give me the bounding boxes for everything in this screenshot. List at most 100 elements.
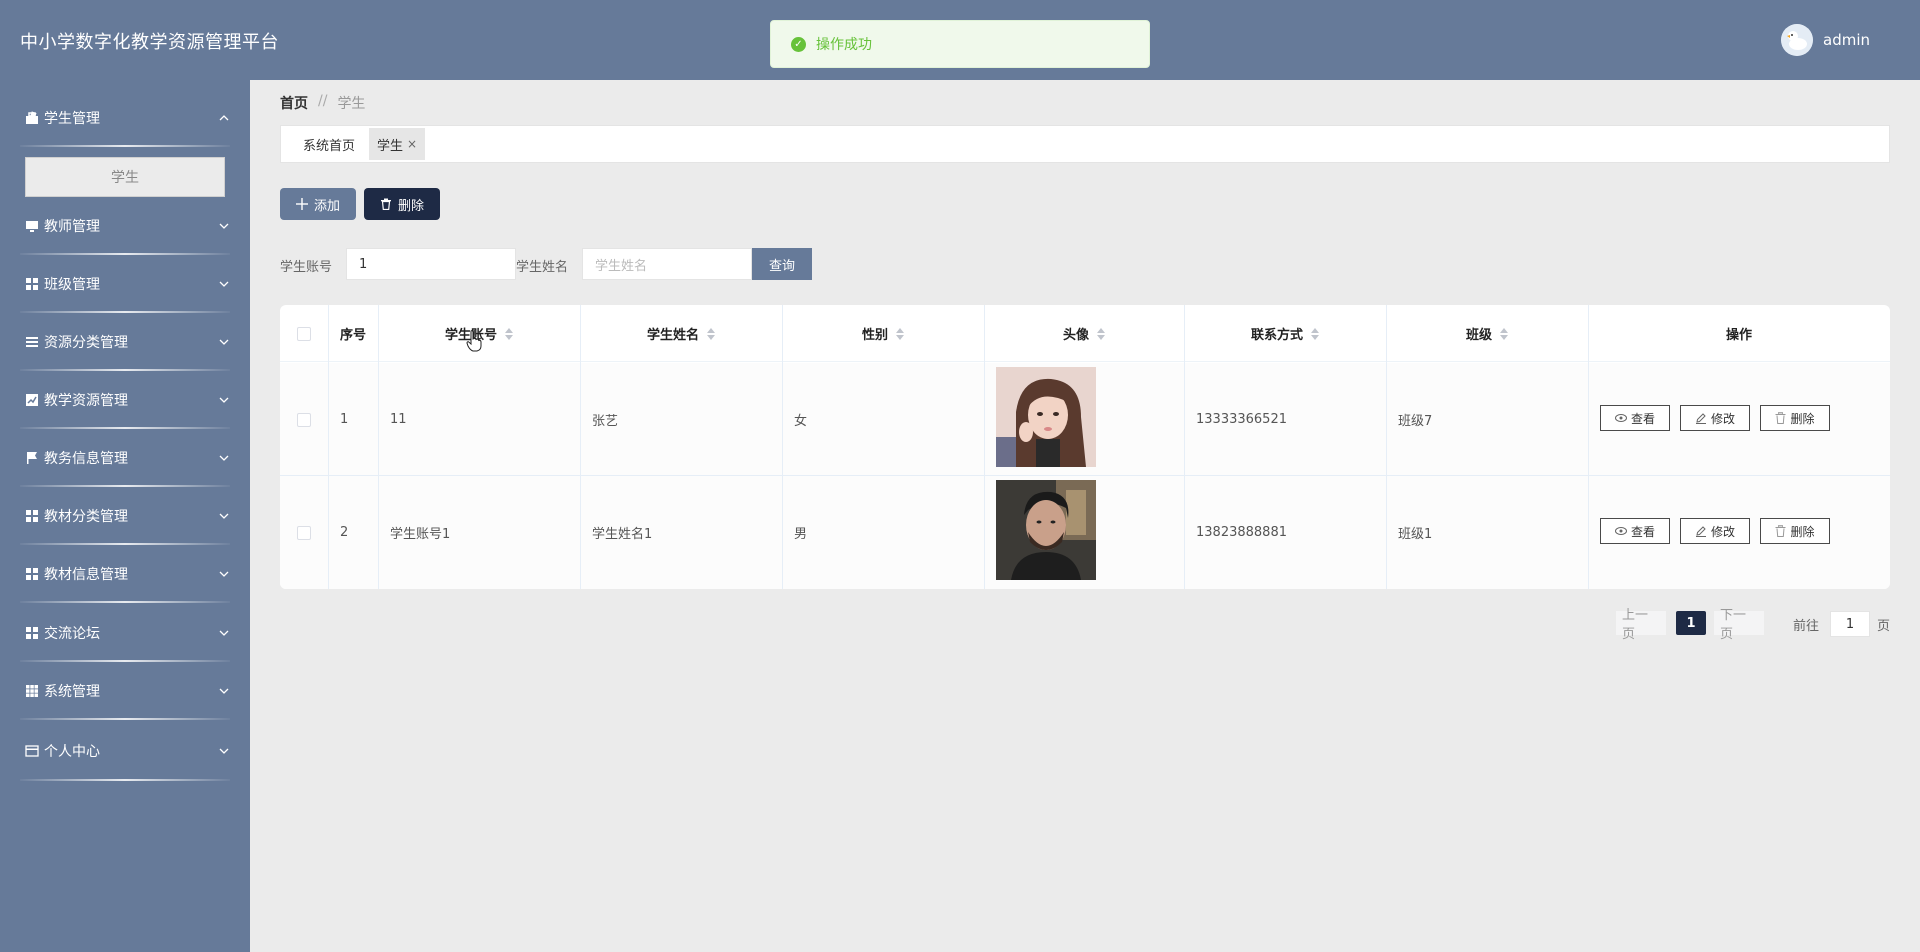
account-search-input[interactable]: 1 (346, 248, 516, 280)
cell-name: 学生姓名1 (592, 527, 653, 542)
briefcase-icon (24, 110, 40, 126)
breadcrumb-home[interactable]: 首页 (280, 93, 308, 113)
sort-icon[interactable] (1500, 327, 1508, 340)
cell-index: 2 (340, 525, 349, 540)
sidebar-item-system-management[interactable]: 系统管理 (0, 671, 250, 711)
current-page[interactable]: 1 (1676, 611, 1706, 635)
sidebar-subitem-student[interactable]: 学生 (25, 157, 225, 197)
sort-icon[interactable] (1311, 327, 1319, 340)
grid-icon (24, 566, 40, 582)
breadcrumb-current: 学生 (337, 96, 366, 112)
student-avatar-image[interactable] (996, 367, 1096, 467)
sidebar-item-textbook-info[interactable]: 教材信息管理 (0, 554, 250, 594)
grid-icon (24, 625, 40, 641)
tab-student[interactable]: 学生 × (369, 128, 426, 160)
select-all-checkbox[interactable] (297, 326, 311, 341)
flag-icon (24, 450, 40, 466)
divider (20, 718, 230, 720)
sidebar-item-label: 班级管理 (44, 277, 100, 293)
sidebar-item-label: 个人中心 (44, 744, 100, 760)
edit-button[interactable]: 修改 (1680, 405, 1750, 431)
header-name[interactable]: 学生姓名 (580, 305, 782, 362)
query-button[interactable]: 查询 (752, 248, 812, 280)
sidebar-item-forum[interactable]: 交流论坛 (0, 613, 250, 653)
header-label: 性别 (861, 328, 888, 343)
cell-account: 学生账号1 (390, 527, 451, 542)
sidebar-item-teaching-resource[interactable]: 教学资源管理 (0, 380, 250, 420)
sort-icon[interactable] (505, 327, 513, 340)
trash-icon (1775, 412, 1786, 424)
success-toast: ✓ 操作成功 (770, 20, 1150, 68)
delete-button[interactable]: 删除 (1760, 405, 1830, 431)
sidebar-item-student-management[interactable]: 学生管理 (0, 98, 250, 138)
chevron-down-icon (219, 223, 229, 229)
tab-home[interactable]: 系统首页 (295, 128, 363, 160)
username: admin (1823, 31, 1870, 49)
sort-icon[interactable] (896, 327, 904, 340)
divider (20, 145, 230, 147)
sidebar-item-class-management[interactable]: 班级管理 (0, 264, 250, 304)
add-button-label: 添加 (313, 198, 340, 214)
delete-label: 删除 (1790, 411, 1815, 426)
sidebar-item-resource-category[interactable]: 资源分类管理 (0, 322, 250, 362)
chevron-down-icon (219, 630, 229, 636)
sidebar-item-label: 交流论坛 (44, 626, 100, 642)
select-all-cell (280, 305, 328, 362)
cell-gender: 男 (794, 527, 808, 542)
next-page-button[interactable]: 下一页 (1714, 608, 1764, 642)
sidebar: 学生管理 学生 教师管理 班级管理 资源分类管理 教学资源管理 教务信息管理 教… (0, 80, 250, 952)
breadcrumb: 首页 // 学生 (280, 93, 365, 113)
row-checkbox[interactable] (297, 525, 311, 540)
header-label: 头像 (1062, 328, 1089, 343)
delete-button[interactable]: 删除 (1760, 518, 1830, 544)
edit-label: 修改 (1710, 411, 1735, 426)
header-avatar[interactable]: 头像 (984, 305, 1184, 362)
apps-icon (24, 683, 40, 699)
list-icon (24, 334, 40, 350)
page-suffix: 页 (1877, 619, 1891, 634)
sidebar-item-label: 教务信息管理 (44, 451, 128, 467)
breadcrumb-separator: // (318, 93, 328, 109)
tab-label: 系统首页 (303, 138, 356, 154)
view-button[interactable]: 查看 (1600, 405, 1670, 431)
name-search-input[interactable]: 学生姓名 (582, 248, 752, 280)
account-search-label: 学生账号 (280, 260, 333, 275)
goto-page-input[interactable]: 1 (1830, 611, 1870, 637)
prev-page-button[interactable]: 上一页 (1616, 608, 1666, 642)
student-avatar-image[interactable] (996, 480, 1096, 580)
row-select-cell (280, 363, 328, 476)
sidebar-item-personal-center[interactable]: 个人中心 (0, 731, 250, 771)
view-button[interactable]: 查看 (1600, 518, 1670, 544)
sidebar-item-textbook-category[interactable]: 教材分类管理 (0, 496, 250, 536)
header-actions: 操作 (1725, 328, 1752, 343)
add-button[interactable]: 添加 (280, 188, 356, 220)
student-table: 序号 学生账号 学生姓名 性别 头像 联系方式 班级 操作 1 11 张艺 女 (280, 305, 1890, 589)
edit-button[interactable]: 修改 (1680, 518, 1750, 544)
chevron-up-icon (219, 115, 229, 121)
grid-icon (24, 276, 40, 292)
user-menu[interactable]: admin (1781, 24, 1870, 56)
batch-delete-button[interactable]: 删除 (364, 188, 440, 220)
cell-name: 张艺 (592, 414, 619, 429)
user-avatar[interactable] (1781, 24, 1813, 56)
eye-icon (1614, 527, 1627, 535)
sort-icon[interactable] (1097, 327, 1105, 340)
trash-icon (1775, 525, 1786, 537)
delete-button-label: 删除 (397, 198, 424, 214)
close-icon[interactable]: × (407, 137, 417, 151)
sidebar-item-label: 资源分类管理 (44, 335, 128, 351)
header-gender[interactable]: 性别 (782, 305, 984, 362)
cell-class: 班级7 (1398, 414, 1433, 429)
sidebar-item-label: 教学资源管理 (44, 393, 128, 409)
view-label: 查看 (1630, 524, 1655, 539)
header-class[interactable]: 班级 (1386, 305, 1588, 362)
divider (20, 660, 230, 662)
header-phone[interactable]: 联系方式 (1184, 305, 1386, 362)
row-checkbox[interactable] (297, 412, 311, 427)
divider (20, 253, 230, 255)
edit-icon (1695, 526, 1706, 537)
sidebar-item-teacher-management[interactable]: 教师管理 (0, 206, 250, 246)
sort-icon[interactable] (707, 327, 715, 340)
sidebar-item-academic-info[interactable]: 教务信息管理 (0, 438, 250, 478)
goto-label: 前往 (1793, 619, 1820, 634)
